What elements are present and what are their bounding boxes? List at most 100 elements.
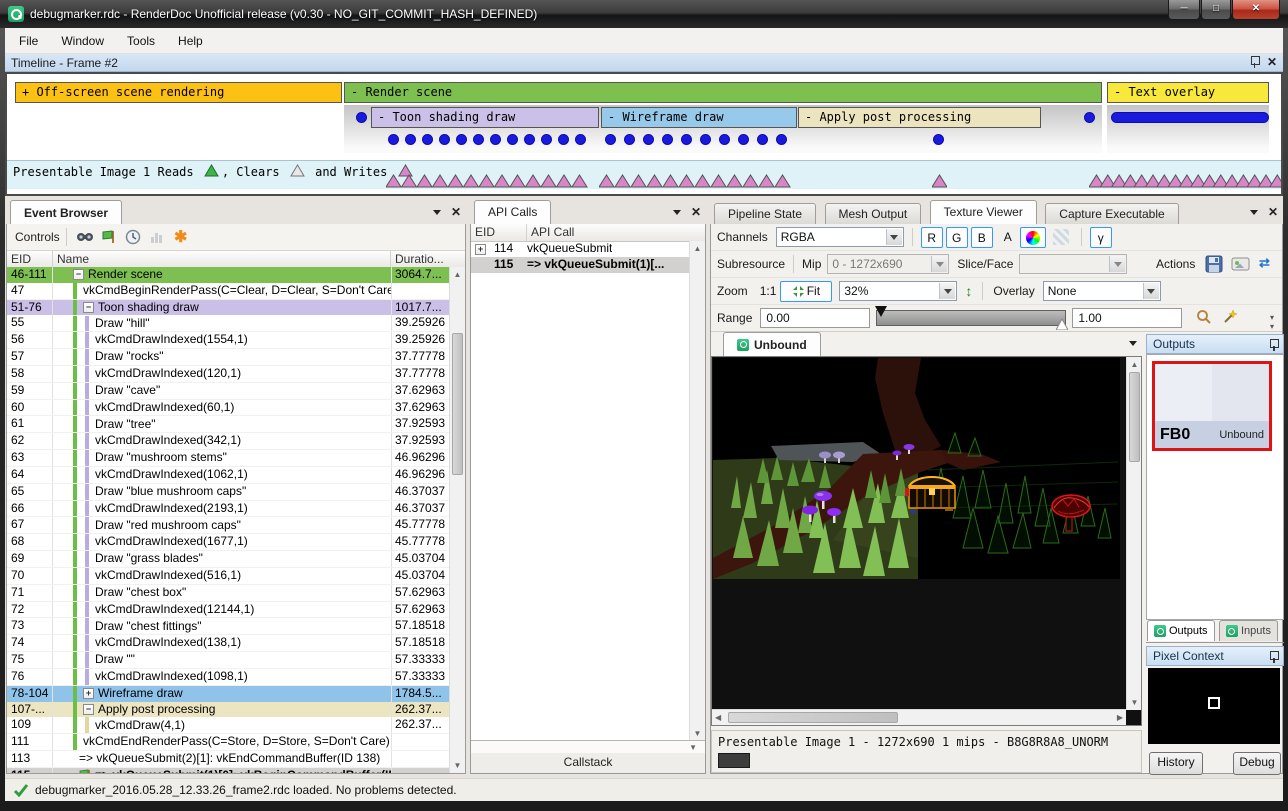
timeline-marker-bar[interactable]: - Render scene [344, 82, 1102, 103]
close-icon[interactable]: ✕ [1267, 56, 1277, 68]
event-row[interactable]: 61Draw "tree"37.92593 [7, 416, 449, 433]
write-triangle-run[interactable] [1089, 174, 1283, 188]
event-row[interactable]: 56vkCmdDrawIndexed(1554,1)39.25926 [7, 332, 449, 349]
autofit-wand-icon[interactable] [1222, 309, 1238, 328]
callstack-label[interactable]: Callstack [471, 753, 705, 773]
event-row[interactable]: 46-111−Render scene3064.7... [7, 267, 449, 283]
range-slider[interactable] [876, 310, 1066, 326]
timeline-draw-dot[interactable] [662, 134, 673, 145]
overlay-combo[interactable]: None [1043, 281, 1161, 301]
tab-inputs[interactable]: Inputs [1219, 620, 1278, 641]
event-row[interactable]: 111vkCmdEndRenderPass(C=Store, D=Store, … [7, 734, 449, 751]
tab-event-browser[interactable]: Event Browser [10, 200, 122, 224]
timeline-marker-bar[interactable]: - Apply post processing [798, 107, 1041, 128]
timeline-draw-dot[interactable] [1084, 112, 1095, 123]
timeline-draw-dot[interactable] [422, 134, 433, 145]
maximize-button[interactable]: □ [1201, 0, 1231, 20]
timeline-draw-dot[interactable] [439, 134, 450, 145]
write-triangle-run[interactable] [386, 174, 603, 188]
callstack-splitter[interactable]: ▼ [471, 740, 705, 753]
event-row[interactable]: 58vkCmdDrawIndexed(120,1)37.77778 [7, 366, 449, 383]
collapse-icon[interactable]: − [73, 269, 84, 280]
scroll-up-icon[interactable]: ▲ [692, 243, 703, 254]
event-row[interactable]: 64vkCmdDrawIndexed(1062,1)46.96296 [7, 467, 449, 484]
timeline-draw-dot[interactable] [757, 134, 768, 145]
minimize-button[interactable]: ─ [1168, 0, 1200, 20]
event-row[interactable]: 115=> vkQueueSubmit(1)[0]: vkBeginComman… [7, 768, 449, 773]
scroll-down-icon[interactable]: ▼ [692, 728, 703, 739]
highlight-asterisk-icon[interactable]: ✱ [171, 227, 191, 247]
flip-y-icon[interactable]: ↕ [965, 283, 972, 299]
api-call-row[interactable]: +114vkQueueSubmit [471, 241, 689, 257]
timeline-marker-bar[interactable]: + Off-screen scene rendering [15, 82, 342, 103]
write-triangle-run[interactable] [932, 174, 947, 188]
gamma-toggle[interactable]: γ [1090, 227, 1112, 248]
tab-unbound-texture[interactable]: Unbound [723, 332, 821, 356]
debug-button[interactable]: Debug [1233, 752, 1281, 775]
pin-icon[interactable] [1269, 651, 1278, 663]
event-row[interactable]: 71Draw "chest box"57.62963 [7, 585, 449, 602]
event-row[interactable]: 75Draw ""57.33333 [7, 652, 449, 669]
timeline-draw-bar[interactable] [1111, 112, 1269, 123]
timeline-draw-dot[interactable] [405, 134, 416, 145]
mip-combo[interactable]: 0 - 1272x690 [827, 254, 949, 274]
collapse-icon[interactable]: − [83, 704, 94, 715]
col-name[interactable]: Name [53, 251, 391, 268]
timeline-draw-dot[interactable] [356, 112, 367, 123]
event-row[interactable]: 67Draw "red mushroom caps"45.77778 [7, 517, 449, 534]
event-row[interactable]: 59Draw "cave"37.62963 [7, 383, 449, 400]
timeline-draw-dot[interactable] [388, 134, 399, 145]
close-button[interactable]: ✕ [1232, 0, 1280, 20]
col-api-call[interactable]: API Call [527, 224, 689, 241]
menu-window[interactable]: Window [52, 30, 113, 52]
zoom-1-1-button[interactable]: 1:1 [756, 281, 781, 302]
timeline-draw-dot[interactable] [933, 134, 944, 145]
close-icon[interactable]: ✕ [1268, 206, 1278, 218]
open-image-icon[interactable] [1231, 255, 1251, 276]
event-row[interactable]: 78-104+Wireframe draw1784.5... [7, 686, 449, 702]
bookmark-flag-icon[interactable] [99, 227, 119, 247]
expand-icon[interactable]: + [475, 244, 486, 255]
color-wheel-icon[interactable] [1020, 227, 1046, 248]
event-row[interactable]: 66vkCmdDrawIndexed(2193,1)46.37037 [7, 501, 449, 518]
timeline-marker-bar[interactable]: - Wireframe draw [601, 107, 797, 128]
write-triangle-run[interactable] [599, 174, 806, 188]
pin-icon[interactable] [1250, 56, 1259, 68]
timeline-marker-bar[interactable]: - Text overlay [1107, 82, 1269, 103]
menu-tools[interactable]: Tools [118, 30, 164, 52]
tab-texture-viewer[interactable]: Texture Viewer [930, 200, 1037, 224]
panel-menu-icon[interactable] [673, 210, 681, 215]
tab-api-calls[interactable]: API Calls [474, 200, 551, 224]
slice-face-combo[interactable] [1019, 254, 1127, 274]
scroll-down-icon[interactable]: ▼ [452, 760, 463, 771]
tab-mesh-output[interactable]: Mesh Output [825, 203, 922, 224]
event-row[interactable]: 107-...−Apply post processing262.37... [7, 702, 449, 718]
event-row[interactable]: 51-76−Toon shading draw1017.7... [7, 300, 449, 316]
event-row[interactable]: 62vkCmdDrawIndexed(342,1)37.92593 [7, 433, 449, 450]
timeline-draw-dot[interactable] [524, 134, 535, 145]
zoom-value-combo[interactable]: 32% [839, 281, 957, 301]
timeline-draw-dot[interactable] [490, 134, 501, 145]
viewer-hscrollbar[interactable]: ◀ ▶ [712, 709, 1126, 725]
scroll-down-icon[interactable]: ▼ [1129, 697, 1140, 708]
find-event-icon[interactable] [75, 227, 95, 247]
timeline-draw-dot[interactable] [541, 134, 552, 145]
pin-icon[interactable] [1269, 339, 1278, 351]
timeline-draw-dot[interactable] [473, 134, 484, 145]
col-eid[interactable]: EID [7, 251, 53, 268]
event-row[interactable]: 68vkCmdDrawIndexed(1677,1)45.77778 [7, 534, 449, 551]
range-min-input[interactable]: 0.00 [760, 308, 870, 328]
event-row[interactable]: 109vkCmdDraw(4,1)262.37... [7, 717, 449, 734]
toolbar-overflow-icon[interactable]: ▾▾ [1270, 313, 1274, 331]
menu-help[interactable]: Help [169, 30, 212, 52]
scroll-up-icon[interactable]: ▲ [1129, 359, 1140, 370]
timeline-draw-dot[interactable] [776, 134, 787, 145]
collapse-icon[interactable]: − [83, 302, 94, 313]
timeline-draw-dot[interactable] [605, 134, 616, 145]
event-row[interactable]: 55Draw "hill"39.25926 [7, 315, 449, 332]
timeline-draw-dot[interactable] [738, 134, 749, 145]
fb0-thumbnail[interactable]: FB0 Unbound [1152, 361, 1272, 451]
event-row[interactable]: 65Draw "blue mushroom caps"46.37037 [7, 484, 449, 501]
range-black-handle[interactable] [875, 306, 887, 317]
channel-blue-toggle[interactable]: B [971, 227, 993, 248]
